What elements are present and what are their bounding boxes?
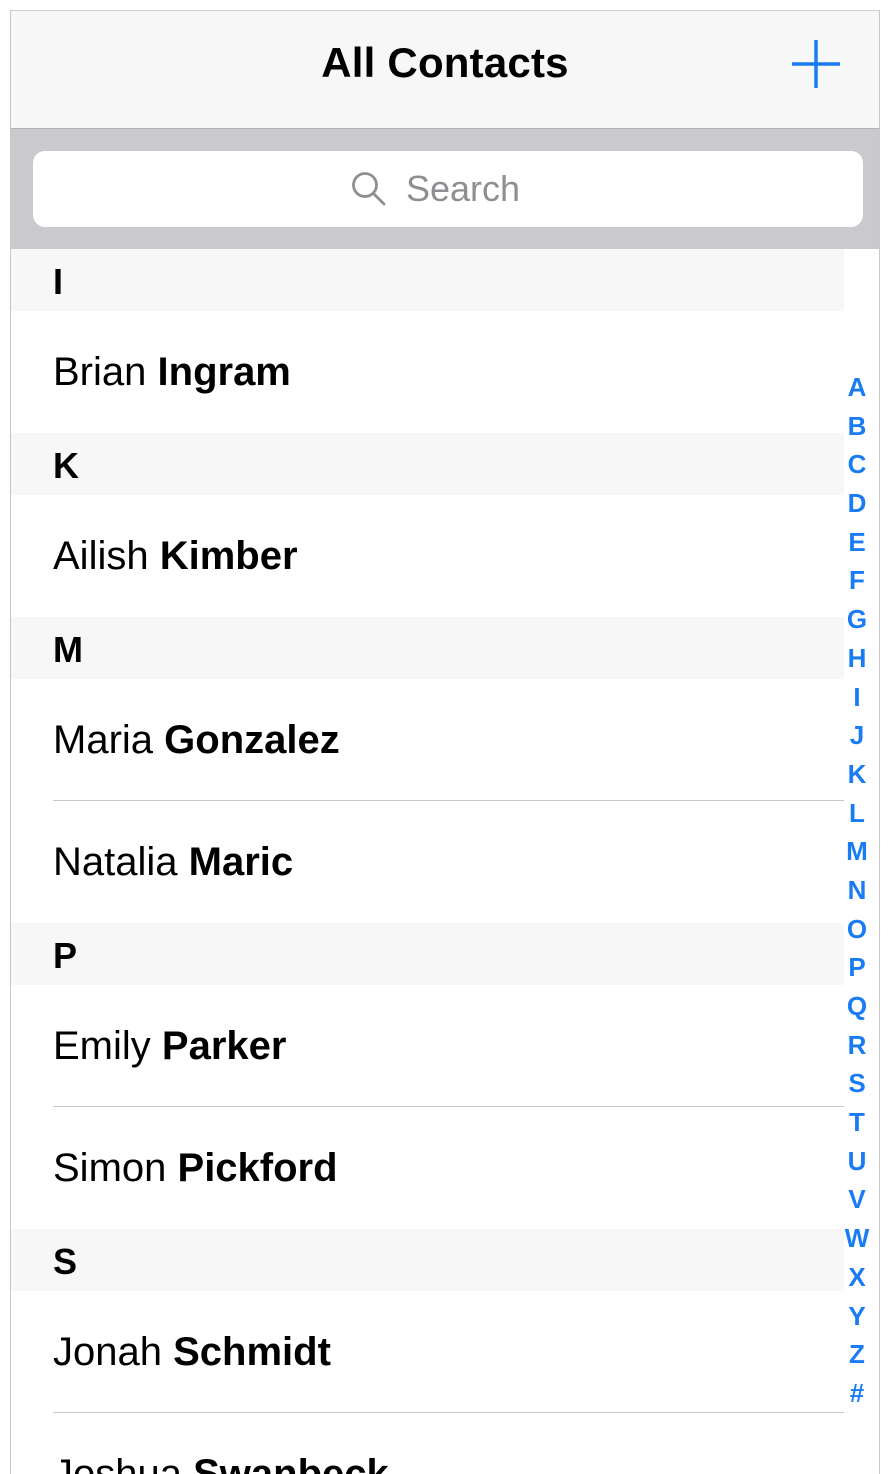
contact-last-name: Ingram — [157, 350, 291, 394]
index-letter[interactable]: P — [848, 948, 865, 987]
contact-first-name: Joshua — [53, 1452, 182, 1474]
index-letter[interactable]: Z — [849, 1335, 865, 1374]
index-letter[interactable]: R — [848, 1026, 867, 1065]
contact-first-name: Brian — [53, 350, 147, 394]
index-letter[interactable]: J — [850, 716, 864, 755]
contact-row[interactable]: Emily Parker — [11, 985, 844, 1107]
index-letter[interactable]: F — [849, 561, 865, 600]
search-bar — [11, 129, 879, 249]
contact-last-name: Schmidt — [173, 1330, 331, 1374]
contact-row[interactable]: Ailish Kimber — [11, 495, 844, 617]
section-header-label: P — [53, 935, 78, 976]
contact-last-name: Maric — [188, 840, 294, 884]
plus-icon — [792, 40, 840, 88]
contact-last-name: Swanbeck — [193, 1452, 389, 1474]
index-letter[interactable]: A — [848, 368, 867, 407]
contact-first-name: Emily — [53, 1024, 151, 1068]
index-letter[interactable]: G — [847, 600, 867, 639]
section-header-label: K — [53, 445, 79, 486]
section-header-k: K — [11, 433, 844, 495]
contact-row[interactable]: Maria Gonzalez — [11, 679, 844, 801]
contact-last-name: Gonzalez — [164, 718, 340, 762]
contact-row[interactable]: Simon Pickford — [11, 1107, 844, 1229]
index-letter[interactable]: Y — [848, 1297, 865, 1336]
contact-row[interactable]: Joshua Swanbeck — [11, 1413, 844, 1474]
contact-name: Natalia Maric — [53, 840, 293, 885]
contact-name: Jonah Schmidt — [53, 1330, 331, 1375]
index-letter[interactable]: V — [848, 1180, 865, 1219]
index-letter[interactable]: C — [848, 445, 867, 484]
index-letter[interactable]: # — [850, 1374, 864, 1413]
contacts-screen: All Contacts I Brian Ingram K Ailish Kimber… — [10, 10, 880, 1474]
contact-first-name: Ailish — [53, 534, 149, 578]
search-field[interactable] — [33, 151, 863, 227]
index-letter[interactable]: U — [848, 1142, 867, 1181]
contact-name: Ailish Kimber — [53, 534, 298, 579]
index-letter[interactable]: I — [853, 678, 860, 717]
section-header-s: S — [11, 1229, 844, 1291]
section-header-label: I — [53, 261, 64, 302]
contact-row[interactable]: Jonah Schmidt — [11, 1291, 844, 1413]
index-letter[interactable]: H — [848, 639, 867, 678]
index-letter[interactable]: O — [847, 910, 867, 949]
section-index[interactable]: A B C D E F G H I J K L M N O P Q R S T U V W X Y Z # — [839, 368, 875, 1413]
index-letter[interactable]: M — [846, 832, 868, 871]
contact-name: Joshua Swanbeck — [53, 1452, 389, 1474]
add-contact-button[interactable] — [789, 37, 843, 91]
index-letter[interactable]: E — [848, 523, 865, 562]
index-letter[interactable]: N — [848, 871, 867, 910]
contact-row[interactable]: Natalia Maric — [11, 801, 844, 923]
index-letter[interactable]: Q — [847, 987, 867, 1026]
contact-list: I Brian Ingram K Ailish Kimber M Maria Gonzal… — [11, 249, 844, 1474]
contact-last-name: Kimber — [159, 534, 298, 578]
section-header-label: M — [53, 629, 83, 670]
page-title: All Contacts — [321, 39, 569, 86]
section-header-i: I — [11, 249, 844, 313]
contact-name: Simon Pickford — [53, 1146, 338, 1191]
contact-first-name: Jonah — [53, 1330, 162, 1374]
index-letter[interactable]: W — [845, 1219, 870, 1258]
index-letter[interactable]: X — [848, 1258, 865, 1297]
section-header-label: S — [53, 1241, 78, 1282]
section-header-p: P — [11, 923, 844, 985]
index-letter[interactable]: B — [848, 407, 867, 446]
index-letter[interactable]: S — [848, 1064, 865, 1103]
contact-name: Brian Ingram — [53, 350, 291, 395]
contact-last-name: Parker — [161, 1024, 287, 1068]
contact-row[interactable]: Brian Ingram — [11, 311, 844, 433]
index-letter[interactable]: T — [849, 1103, 865, 1142]
search-icon — [350, 170, 388, 208]
navigation-bar: All Contacts — [11, 11, 879, 129]
search-input[interactable] — [406, 168, 546, 210]
index-letter[interactable]: K — [848, 755, 867, 794]
contact-last-name: Pickford — [177, 1146, 338, 1190]
index-letter[interactable]: L — [849, 794, 865, 833]
contact-name: Emily Parker — [53, 1024, 286, 1069]
contact-name: Maria Gonzalez — [53, 718, 340, 763]
section-header-m: M — [11, 617, 844, 679]
contact-first-name: Maria — [53, 718, 154, 762]
contact-first-name: Simon — [53, 1146, 167, 1190]
contact-first-name: Natalia — [53, 840, 178, 884]
index-letter[interactable]: D — [848, 484, 867, 523]
